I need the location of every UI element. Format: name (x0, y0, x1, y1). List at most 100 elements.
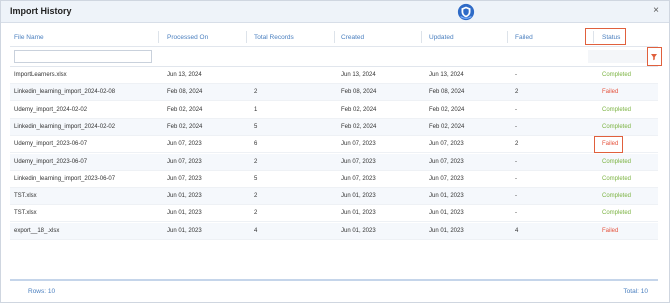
cell-failed: 2 (515, 89, 519, 96)
cell-status: Failed (602, 89, 619, 96)
cell-processed-on: Feb 08, 2024 (167, 89, 203, 96)
cell-total-records: 1 (254, 106, 258, 113)
table-footer: Rows: 10 Total: 10 (10, 279, 658, 299)
close-icon[interactable]: × (653, 6, 659, 16)
cell-file-name: TST.xlsx (14, 210, 37, 217)
column-divider[interactable] (246, 31, 247, 43)
cell-updated: Jun 07, 2023 (429, 175, 464, 182)
cell-status: Completed (602, 175, 632, 182)
cell-failed: - (515, 106, 517, 113)
cell-processed-on: Feb 02, 2024 (167, 123, 203, 130)
cell-total-records: 2 (254, 89, 258, 96)
cell-total-records: 2 (254, 193, 258, 200)
cell-processed-on: Jun 01, 2023 (167, 193, 202, 200)
column-header-total-records[interactable]: Total Records (254, 34, 294, 41)
column-header-processed-on[interactable]: Processed On (167, 34, 208, 41)
dialog-title: Import History (10, 6, 72, 16)
cell-updated: Jun 01, 2023 (429, 210, 464, 217)
cell-created: Jun 01, 2023 (341, 227, 376, 234)
cell-updated: Jun 13, 2024 (429, 72, 464, 78)
cell-updated: Feb 08, 2024 (429, 89, 465, 96)
cell-total-records: 2 (254, 158, 258, 165)
cell-file-name: Udemy_import_2023-06-07 (14, 141, 88, 148)
total-count: Total: 10 (623, 288, 648, 295)
status-header-highlight (585, 28, 626, 45)
cell-processed-on: Jun 07, 2023 (167, 141, 202, 148)
cell-updated: Feb 02, 2024 (429, 106, 465, 113)
cell-failed: - (515, 210, 517, 217)
cell-created: Feb 08, 2024 (341, 89, 377, 96)
cell-failed: - (515, 193, 517, 200)
column-divider[interactable] (421, 31, 422, 43)
cell-processed-on: Jun 07, 2023 (167, 158, 202, 165)
cell-file-name: Linkedin_learning_import_2024-02-02 (14, 123, 116, 130)
status-filter-cell (588, 50, 648, 63)
cell-status: Failed (602, 227, 619, 234)
cell-created: Feb 02, 2024 (341, 106, 377, 113)
table-header-row: File Name Processed On Total Records Cre… (10, 27, 658, 47)
cell-updated: Jun 01, 2023 (429, 227, 464, 234)
cell-processed-on: Jun 13, 2024 (167, 72, 202, 78)
cell-updated: Jun 07, 2023 (429, 141, 464, 148)
cell-status: Completed (602, 210, 632, 217)
cell-processed-on: Jun 01, 2023 (167, 210, 202, 217)
shield-logo-icon (457, 3, 475, 21)
cell-created: Jun 07, 2023 (341, 175, 376, 182)
table-row[interactable]: Linkedin_learning_import_2023-06-07 Jun 0… (10, 171, 658, 188)
cell-status: Completed (602, 193, 632, 200)
column-divider[interactable] (334, 31, 335, 43)
cell-created: Jun 13, 2024 (341, 72, 376, 78)
cell-failed: - (515, 72, 517, 78)
table-row[interactable]: export__18_.xlsx Jun 01, 2023 4 Jun 01, 202… (10, 222, 658, 240)
table-row[interactable]: Linkedin_learning_import_2024-02-02 Feb 0… (10, 118, 658, 136)
cell-failed: 2 (515, 141, 519, 148)
cell-processed-on: Jun 01, 2023 (167, 227, 202, 234)
column-divider[interactable] (507, 31, 508, 43)
cell-total-records: 6 (254, 141, 258, 148)
cell-created: Jun 07, 2023 (341, 158, 376, 165)
column-header-created[interactable]: Created (341, 34, 364, 41)
column-header-updated[interactable]: Updated (429, 34, 454, 41)
cell-created: Jun 01, 2023 (341, 193, 376, 200)
failed-status-highlight (594, 136, 623, 153)
cell-processed-on: Jun 07, 2023 (167, 175, 202, 182)
cell-updated: Jun 07, 2023 (429, 158, 464, 165)
table-row[interactable]: Linkedin_learning_import_2024-02-08 Feb 0… (10, 84, 658, 102)
column-divider[interactable] (158, 31, 159, 43)
cell-total-records: 5 (254, 123, 258, 130)
cell-total-records: 2 (254, 210, 258, 217)
cell-updated: Jun 01, 2023 (429, 193, 464, 200)
table-row[interactable]: Udemy_import_2023-06-07 Jun 07, 2023 2 Jun … (10, 153, 658, 171)
file-name-filter-input[interactable] (14, 50, 152, 63)
table-row[interactable]: ImportLearners.xlsx Jun 13, 2024 Jun 13, 2… (10, 67, 658, 84)
cell-file-name: Udemy_import_2023-06-07 (14, 158, 88, 165)
cell-failed: 4 (515, 227, 519, 234)
cell-status: Completed (602, 158, 632, 165)
cell-failed: - (515, 175, 517, 182)
cell-file-name: Udemy_import_2024-02-02 (14, 106, 88, 113)
cell-total-records: 5 (254, 175, 258, 182)
cell-total-records: 4 (254, 227, 258, 234)
cell-created: Feb 02, 2024 (341, 123, 377, 130)
cell-created: Jun 07, 2023 (341, 141, 376, 148)
cell-updated: Feb 02, 2024 (429, 123, 465, 130)
cell-file-name: Linkedin_learning_import_2024-02-08 (14, 89, 116, 96)
table-row[interactable]: Udemy_import_2024-02-02 Feb 02, 2024 1 Feb … (10, 102, 658, 119)
cell-created: Jun 01, 2023 (341, 210, 376, 217)
cell-status: Completed (602, 72, 632, 78)
dialog-titlebar: Import History × (1, 1, 669, 23)
import-history-dialog: Import History × File Name Processed On … (0, 0, 670, 303)
rows-count: Rows: 10 (28, 288, 56, 295)
cell-file-name: TST.xlsx (14, 193, 37, 200)
table-row[interactable]: TST.xlsx Jun 01, 2023 2 Jun 01, 2023 Jun 01,… (10, 205, 658, 223)
column-header-file-name[interactable]: File Name (14, 34, 44, 41)
column-header-failed[interactable]: Failed (515, 34, 533, 41)
table-filter-row (10, 47, 658, 67)
cell-processed-on: Feb 02, 2024 (167, 106, 203, 113)
filter-glyph-icon (651, 54, 657, 61)
table-row[interactable]: Udemy_import_2023-06-07 Jun 07, 2023 6 Jun … (10, 136, 658, 154)
table-row[interactable]: TST.xlsx Jun 01, 2023 2 Jun 01, 2023 Jun 01,… (10, 188, 658, 206)
cell-status: Completed (602, 123, 632, 130)
filter-icon[interactable] (647, 47, 662, 66)
import-history-table: File Name Processed On Total Records Cre… (10, 27, 658, 279)
